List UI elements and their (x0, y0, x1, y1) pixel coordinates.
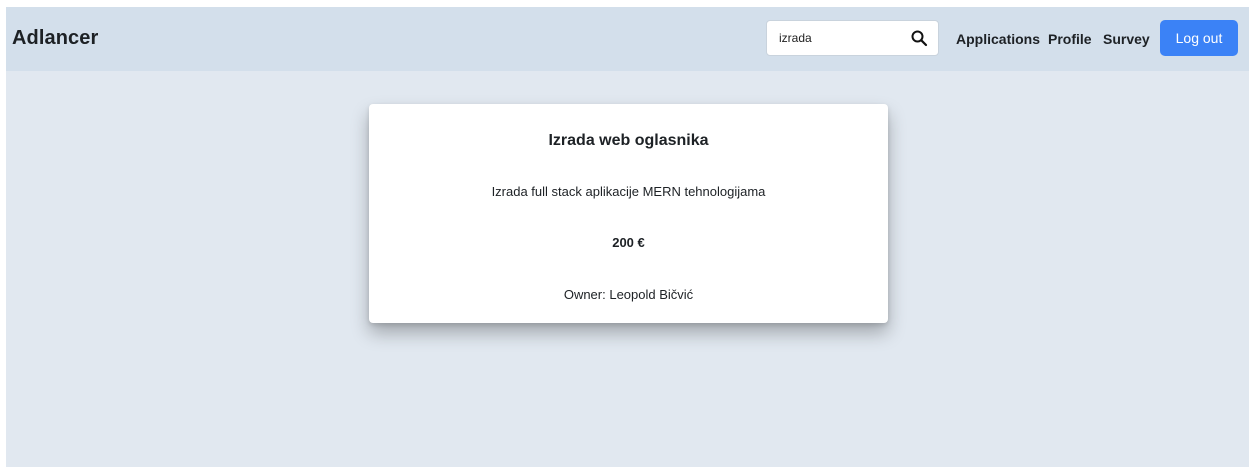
nav-applications[interactable]: Applications (956, 31, 1040, 47)
listing-card[interactable]: Izrada web oglasnika Izrada full stack a… (369, 104, 888, 323)
search-icon[interactable] (910, 29, 928, 47)
logout-button[interactable]: Log out (1160, 20, 1238, 56)
listing-price: 200 € (612, 235, 645, 250)
listing-description: Izrada full stack aplikacije MERN tehnol… (491, 184, 766, 199)
search-box (766, 20, 939, 56)
listing-owner: Owner: Leopold Bičvić (563, 287, 694, 302)
listing-title: Izrada web oglasnika (548, 132, 709, 149)
navbar: Adlancer Applications Profile Survey Log… (6, 7, 1249, 71)
search-input[interactable] (767, 23, 897, 53)
nav-survey[interactable]: Survey (1103, 31, 1150, 47)
app-frame: Adlancer Applications Profile Survey Log… (6, 7, 1249, 467)
nav-profile[interactable]: Profile (1048, 31, 1092, 47)
brand-logo[interactable]: Adlancer (12, 27, 98, 50)
